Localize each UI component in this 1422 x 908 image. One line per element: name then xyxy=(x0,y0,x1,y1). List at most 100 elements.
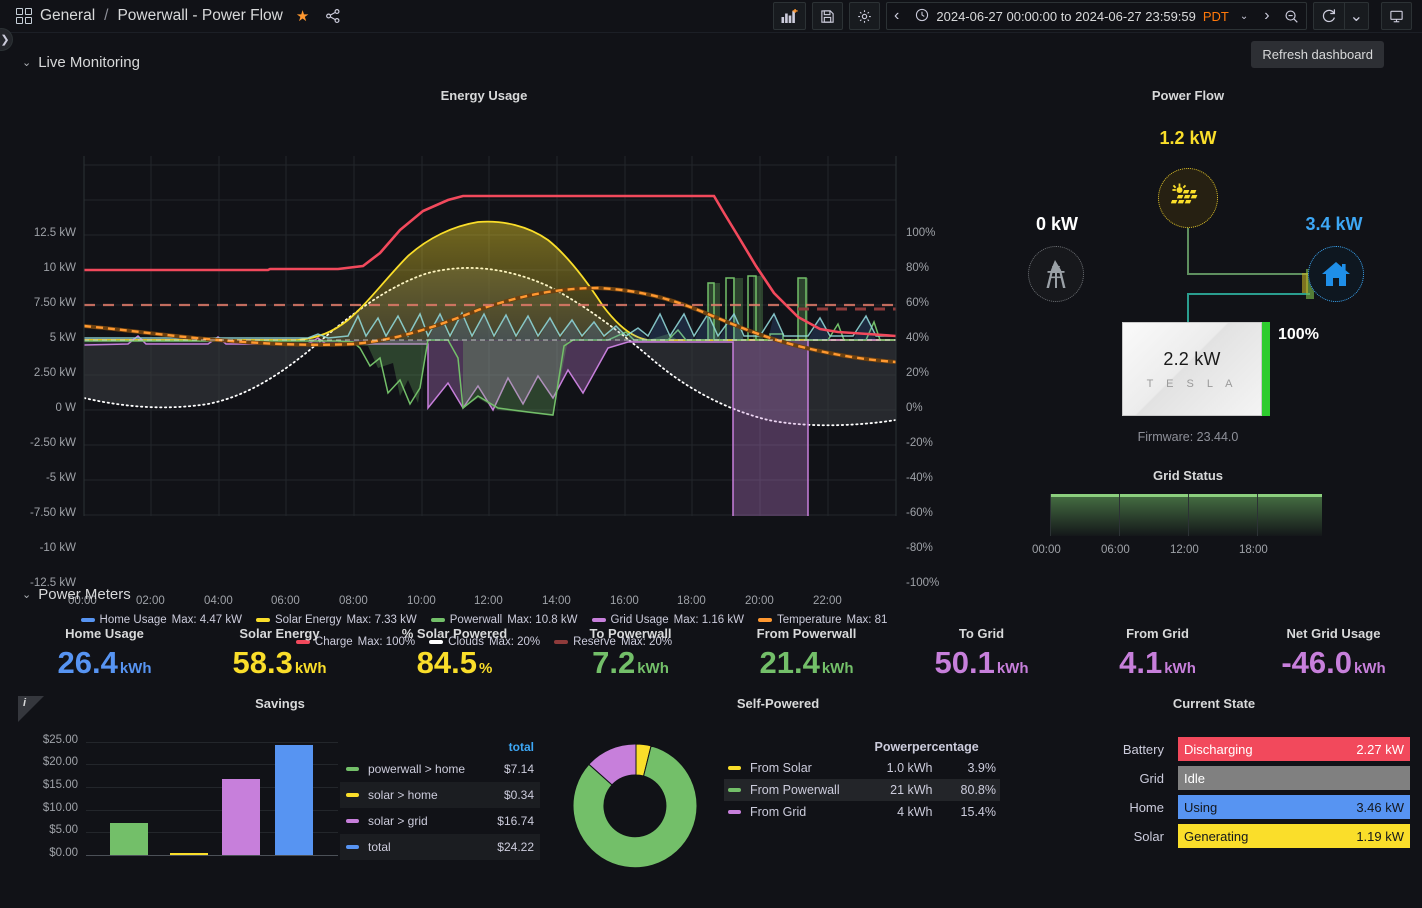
self-powered-legend-row[interactable]: From Grid 4 kWh 15.4% xyxy=(724,801,1000,823)
save-dashboard-icon[interactable] xyxy=(812,2,844,30)
panel-energy-usage: Energy Usage 12.5 kW 10 kW 7.50 kW 5 kW … xyxy=(8,88,960,648)
legend-value: $7.14 xyxy=(503,762,534,776)
legend-item-grid-usage[interactable]: Grid Usage Max: 1.16 kW xyxy=(591,614,744,626)
chevron-down-icon: ⌄ xyxy=(22,57,32,69)
dashboards-grid-icon[interactable] xyxy=(16,8,32,24)
legend-item-home-usage[interactable]: Home Usage Max: 4.47 kW xyxy=(80,614,242,626)
panel-self-powered: Self-Powered x Power percentage From Sol… xyxy=(556,696,1000,896)
breadcrumb-folder-link[interactable]: General xyxy=(40,7,95,25)
savings-bar-total[interactable] xyxy=(275,745,313,855)
legend-label: solar > grid xyxy=(368,814,428,828)
transmission-tower-icon[interactable] xyxy=(1028,246,1084,302)
self-powered-donut[interactable] xyxy=(558,736,718,876)
page-title[interactable]: Powerwall - Power Flow xyxy=(117,7,282,25)
savings-y-tick: $15.00 xyxy=(42,779,78,791)
legend-label: powerwall > home xyxy=(368,762,466,776)
savings-legend-header: total xyxy=(508,740,534,754)
panel-title-self-powered: Self-Powered xyxy=(736,696,820,711)
add-panel-icon[interactable] xyxy=(773,2,807,30)
status-value: 2.27 kW xyxy=(1356,741,1404,757)
panel-info-icon[interactable] xyxy=(18,696,44,722)
legend-item-solar-energy[interactable]: Solar Energy Max: 7.33 kW xyxy=(255,614,417,626)
status-value: 1.19 kW xyxy=(1356,828,1404,844)
grid-status-gridline xyxy=(1050,494,1051,536)
stat-value: 58.3 xyxy=(232,645,293,680)
self-powered-legend-row[interactable]: From Powerwall 21 kWh 80.8% xyxy=(724,779,1000,801)
legend-swatch xyxy=(346,767,359,771)
legend-value: Max: 81 xyxy=(846,614,888,626)
row-title: Live Monitoring xyxy=(38,54,140,71)
time-range-display[interactable]: 2024-06-27 00:00:00 to 2024-06-27 23:59:… xyxy=(906,8,1257,25)
current-state-label: Home xyxy=(1129,799,1164,815)
stat-percent-solar-powered[interactable]: % Solar Powered 84.5% xyxy=(360,626,549,678)
gear-icon[interactable] xyxy=(849,2,881,30)
refresh-interval-chevron-icon[interactable]: ⌄ xyxy=(1344,2,1369,30)
stat-unit: kWh xyxy=(119,660,152,677)
stat-home-usage[interactable]: Home Usage 26.4 kWh xyxy=(10,626,199,678)
stat-net-grid-usage[interactable]: Net Grid Usage -46.0 kWh xyxy=(1239,626,1422,678)
stat-to-grid[interactable]: To Grid 50.1 kWh xyxy=(887,626,1076,678)
legend-item-powerwall[interactable]: Powerwall Max: 10.8 kW xyxy=(430,614,578,626)
zoom-out-icon[interactable] xyxy=(1277,3,1306,29)
grid-status-sparkline-line xyxy=(1050,494,1322,497)
row-header-power-meters[interactable]: ⌄ Power Meters xyxy=(22,586,131,603)
stat-solar-energy[interactable]: Solar Energy 58.3 kWh xyxy=(185,626,374,678)
stat-value: 4.1 xyxy=(1119,645,1163,680)
legend-label: Powerwall xyxy=(449,614,503,626)
house-icon[interactable] xyxy=(1308,246,1364,302)
legend-swatch xyxy=(430,618,445,622)
savings-bar-powerwall-home[interactable] xyxy=(110,823,148,855)
current-state-row-solar[interactable]: Solar Generating 1.19 kW xyxy=(1078,824,1410,848)
savings-legend-row[interactable]: powerwall > home $7.14 xyxy=(340,756,540,782)
stat-title: From Grid xyxy=(1126,626,1189,641)
stat-unit: kWh xyxy=(996,660,1029,677)
legend-label: From Powerwall xyxy=(750,783,840,797)
savings-bar-solar-home[interactable] xyxy=(170,853,208,855)
savings-legend-row[interactable]: total $24.22 xyxy=(340,834,540,860)
legend-swatch xyxy=(346,793,359,797)
grid-status-gridline xyxy=(1257,494,1258,536)
legend-value: $16.74 xyxy=(497,814,534,828)
stat-unit: % xyxy=(479,660,493,677)
column-header-percentage: percentage xyxy=(912,740,979,754)
stat-from-powerwall[interactable]: From Powerwall 21.4 kWh xyxy=(712,626,901,678)
tv-kiosk-icon[interactable] xyxy=(1381,2,1412,30)
savings-legend-row[interactable]: solar > grid $16.74 xyxy=(340,808,540,834)
legend-label: solar > home xyxy=(368,788,438,802)
legend-item-temperature[interactable]: Temperature Max: 81 xyxy=(757,614,888,626)
status-text: Idle xyxy=(1184,770,1205,786)
refresh-control-group: ⌄ xyxy=(1312,2,1369,30)
star-filled-icon[interactable]: ★ xyxy=(296,7,309,25)
self-powered-legend-row[interactable]: From Solar 1.0 kWh 3.9% xyxy=(724,757,1000,779)
savings-y-tick: $5.00 xyxy=(49,824,78,836)
stat-to-powerwall[interactable]: To Powerwall 7.2 kWh xyxy=(536,626,725,678)
solar-panel-icon[interactable] xyxy=(1158,168,1218,228)
current-state-row-battery[interactable]: Battery Discharging 2.27 kW xyxy=(1078,737,1410,761)
powerwall-battery[interactable]: 2.2 kW T E S L A xyxy=(1122,322,1262,416)
time-range-prev-button[interactable]: ‹ xyxy=(887,3,906,29)
legend-swatch xyxy=(728,788,741,792)
legend-swatch xyxy=(255,618,270,622)
stat-from-grid[interactable]: From Grid 4.1 kWh xyxy=(1063,626,1252,678)
status-text: Discharging xyxy=(1184,741,1253,757)
legend-swatch xyxy=(757,618,772,622)
legend-value: Max: 1.16 kW xyxy=(673,614,744,626)
current-state-row-grid[interactable]: Grid Idle xyxy=(1078,766,1410,790)
time-range-picker[interactable]: ‹ 2024-06-27 00:00:00 to 2024-06-27 23:5… xyxy=(886,2,1307,30)
legend-label: From Solar xyxy=(750,761,812,775)
refresh-icon[interactable] xyxy=(1312,2,1345,30)
row-header-live-monitoring[interactable]: ⌄ Live Monitoring xyxy=(22,54,140,71)
share-nodes-icon[interactable] xyxy=(325,8,341,24)
legend-percentage-value: 15.4% xyxy=(960,805,996,819)
legend-label: From Grid xyxy=(750,805,807,819)
status-badge: Generating 1.19 kW xyxy=(1178,824,1410,848)
stat-title: Solar Energy xyxy=(239,626,320,641)
legend-swatch xyxy=(591,618,606,622)
savings-bar-solar-grid[interactable] xyxy=(222,779,260,855)
time-range-next-button[interactable]: › xyxy=(1257,3,1276,29)
legend-value: $0.34 xyxy=(503,788,534,802)
tesla-wordmark: T E S L A xyxy=(1146,377,1238,390)
savings-legend-row[interactable]: solar > home $0.34 xyxy=(340,782,540,808)
savings-baseline xyxy=(86,855,338,856)
current-state-row-home[interactable]: Home Using 3.46 kW xyxy=(1078,795,1410,819)
